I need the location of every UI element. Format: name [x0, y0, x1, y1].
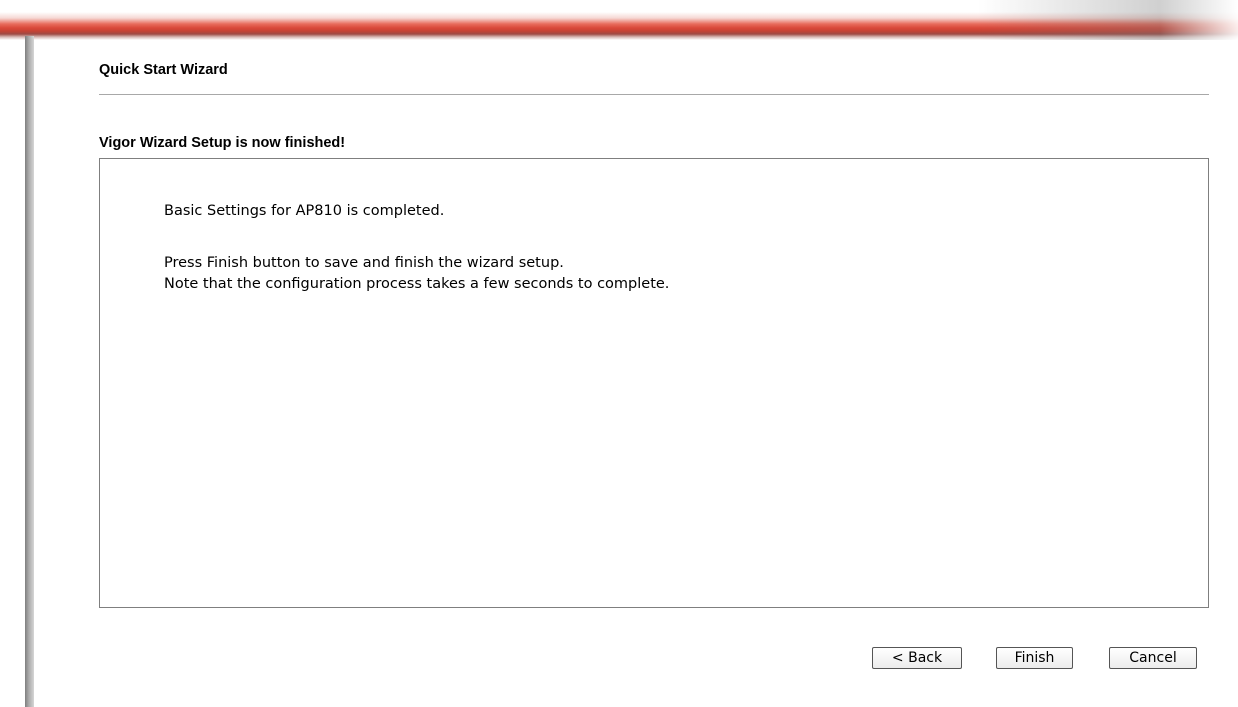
note-message: Note that the configuration process take… [164, 276, 670, 292]
section-heading: Vigor Wizard Setup is now finished! [99, 135, 346, 151]
instruction-message: Press Finish button to save and finish t… [164, 255, 564, 271]
left-shadow-bar [25, 36, 34, 707]
back-button[interactable]: < Back [872, 647, 962, 669]
finish-button[interactable]: Finish [996, 647, 1073, 669]
header-shadow [978, 0, 1238, 40]
title-divider [99, 94, 1209, 95]
message-panel: Basic Settings for AP810 is completed. P… [99, 158, 1209, 608]
page-title: Quick Start Wizard [99, 62, 228, 78]
wizard-window: Quick Start Wizard Vigor Wizard Setup is… [0, 0, 1238, 707]
cancel-button[interactable]: Cancel [1109, 647, 1197, 669]
header-accent-bar [0, 0, 1238, 40]
completion-message: Basic Settings for AP810 is completed. [164, 203, 445, 219]
